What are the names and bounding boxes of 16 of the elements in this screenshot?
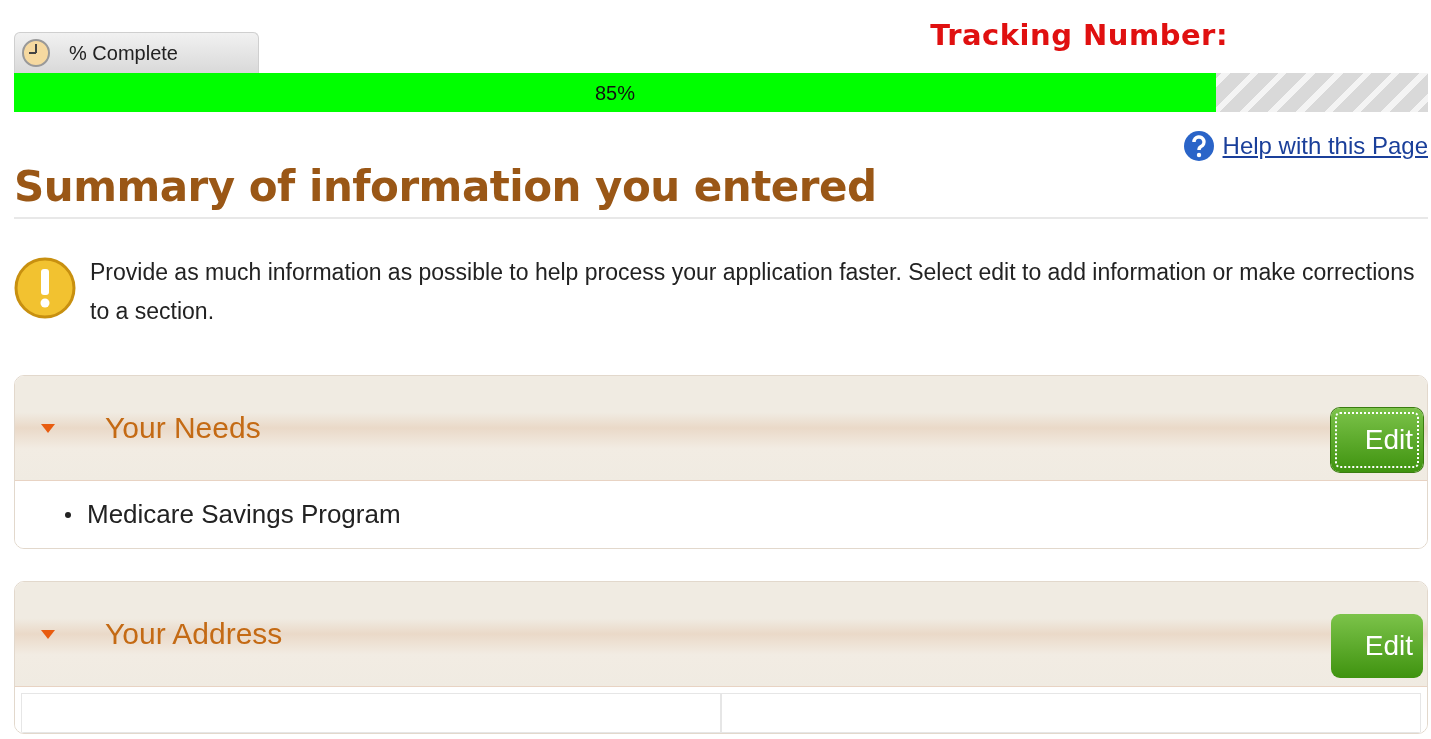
bullet-icon <box>65 511 71 518</box>
section-title: Your Address <box>105 617 284 651</box>
edit-button[interactable]: Edit <box>1331 408 1423 472</box>
help-link[interactable]: Help with this Page <box>1222 132 1428 160</box>
notice-text: Provide as much information as possible to help process your application faster. Select edit to add information or make corrections to a section. <box>90 258 1416 326</box>
progress-reading: 85% <box>593 82 636 105</box>
tracking-number-label: Tracking Number: <box>930 18 1228 52</box>
clock-icon <box>21 38 51 68</box>
caret-icon[interactable] <box>41 629 55 639</box>
list-item: Medicare Savings Program <box>87 499 401 530</box>
page-title: Summary of information you entered <box>14 162 1428 219</box>
section-title: Your Needs <box>105 411 262 445</box>
help-icon[interactable] <box>1182 130 1215 162</box>
warning-icon <box>14 257 76 319</box>
edit-button[interactable]: Edit <box>1331 614 1423 678</box>
caret-icon[interactable] <box>41 423 55 433</box>
